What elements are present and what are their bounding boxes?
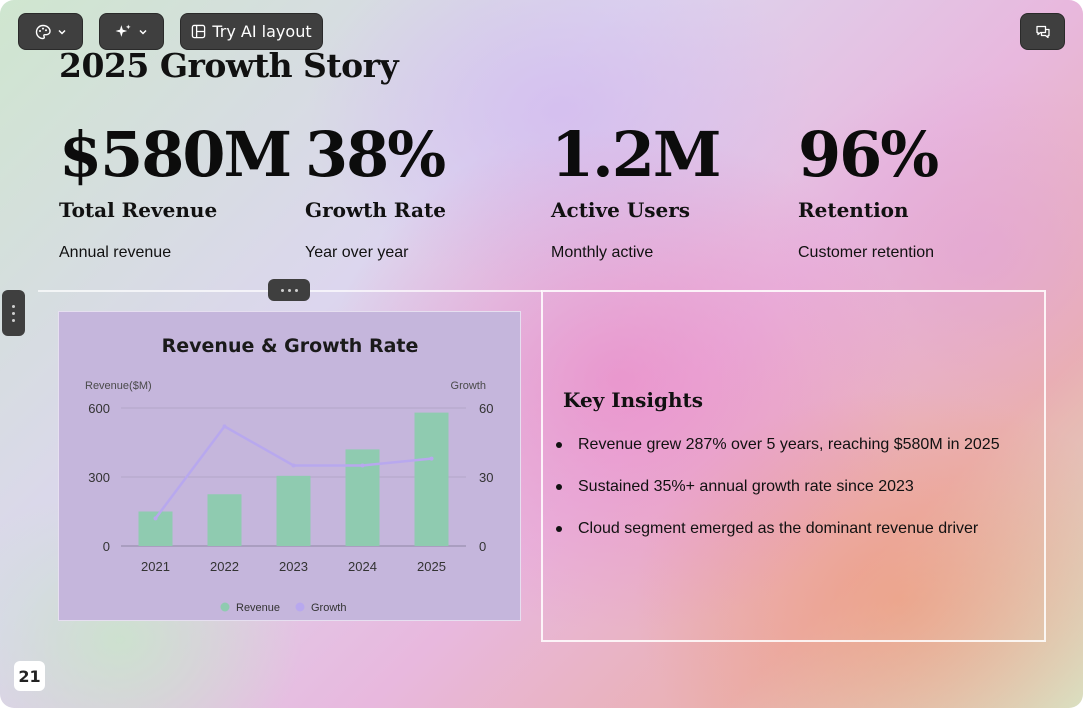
y2-axis-label: Growth: [451, 380, 486, 392]
drag-handle-horizontal[interactable]: [268, 279, 310, 301]
sparkles-icon: [115, 23, 132, 40]
bullet-icon: [556, 484, 562, 490]
layout-icon: [191, 24, 206, 39]
chart-title: Revenue & Growth Rate: [162, 335, 419, 357]
stat-label: Active Users: [551, 198, 691, 222]
insight-text: Cloud segment emerged as the dominant re…: [578, 520, 979, 537]
palette-icon: [35, 24, 51, 40]
bar: [207, 494, 242, 546]
try-ai-layout-label: Try AI layout: [212, 22, 312, 41]
comments-icon: [1035, 24, 1051, 40]
try-ai-layout-button[interactable]: Try AI layout: [180, 13, 323, 50]
theme-button[interactable]: [18, 13, 83, 50]
insight-item: Revenue grew 287% over 5 years, reaching…: [556, 434, 1000, 476]
revenue-growth-chart[interactable]: Revenue & Growth Rate Revenue($M) Growth 60…: [58, 311, 521, 621]
slide-title[interactable]: 2025 Growth Story: [59, 46, 399, 85]
insight-text: Revenue grew 287% over 5 years, reaching…: [578, 436, 1000, 453]
x-tick-label: 2022: [210, 559, 239, 574]
growth-point: [360, 463, 365, 468]
comments-button[interactable]: [1020, 13, 1065, 50]
bullet-icon: [556, 442, 562, 448]
insights-list[interactable]: Revenue grew 287% over 5 years, reaching…: [556, 434, 1000, 560]
stat-active-users[interactable]: 1.2M Active Users Monthly active: [551, 118, 791, 262]
y2-tick-label: 60: [479, 401, 493, 416]
x-tick-label: 2025: [417, 559, 446, 574]
growth-point: [222, 424, 227, 429]
drag-handle-vertical[interactable]: [2, 290, 25, 336]
stat-subtitle: Monthly active: [551, 244, 654, 261]
stat-total-revenue[interactable]: $580M Total Revenue Annual revenue: [59, 118, 299, 262]
growth-point: [291, 463, 296, 468]
insight-text: Sustained 35%+ annual growth rate since …: [578, 478, 914, 495]
x-tick-label: 2023: [279, 559, 308, 574]
y-tick-label: 300: [88, 470, 110, 485]
legend-swatch-growth: [295, 602, 305, 612]
x-tick-label: 2024: [348, 559, 377, 574]
y2-tick-label: 0: [479, 539, 486, 554]
insight-item: Cloud segment emerged as the dominant re…: [556, 518, 1000, 560]
stat-subtitle: Annual revenue: [59, 244, 172, 261]
y-tick-label: 0: [103, 539, 110, 554]
stat-subtitle: Year over year: [305, 244, 409, 261]
stat-label: Total Revenue: [59, 198, 218, 222]
legend-label-revenue: Revenue: [236, 602, 280, 614]
insight-item: Sustained 35%+ annual growth rate since …: [556, 476, 1000, 518]
stat-retention[interactable]: 96% Retention Customer retention: [798, 118, 1038, 262]
insights-title[interactable]: Key Insights: [563, 388, 703, 412]
stat-label: Retention: [798, 198, 909, 222]
stat-value: 38%: [305, 118, 446, 191]
stat-value: $580M: [59, 118, 292, 191]
page-number[interactable]: 21: [14, 661, 45, 691]
x-tick-label: 2021: [141, 559, 170, 574]
y2-tick-label: 30: [479, 470, 493, 485]
stat-growth-rate[interactable]: 38% Growth Rate Year over year: [305, 118, 545, 262]
bullet-icon: [556, 526, 562, 532]
legend-label-growth: Growth: [311, 602, 346, 614]
bar: [276, 475, 311, 546]
stat-label: Growth Rate: [305, 198, 446, 222]
legend-swatch-revenue: [220, 602, 230, 612]
chevron-down-icon: [138, 27, 148, 37]
stat-value: 1.2M: [551, 118, 722, 191]
growth-point: [153, 516, 158, 521]
stat-value: 96%: [798, 118, 939, 191]
chart-svg: Revenue & Growth Rate Revenue($M) Growth 60…: [85, 335, 493, 614]
growth-point: [429, 456, 434, 461]
y-tick-label: 600: [88, 401, 110, 416]
chevron-down-icon: [57, 27, 67, 37]
stat-subtitle: Customer retention: [798, 244, 935, 261]
y-axis-label: Revenue($M): [85, 380, 152, 392]
slide-canvas: Try AI layout 2025 Growth Story $580M To…: [0, 0, 1083, 708]
ai-button[interactable]: [99, 13, 164, 50]
bar: [414, 412, 449, 546]
